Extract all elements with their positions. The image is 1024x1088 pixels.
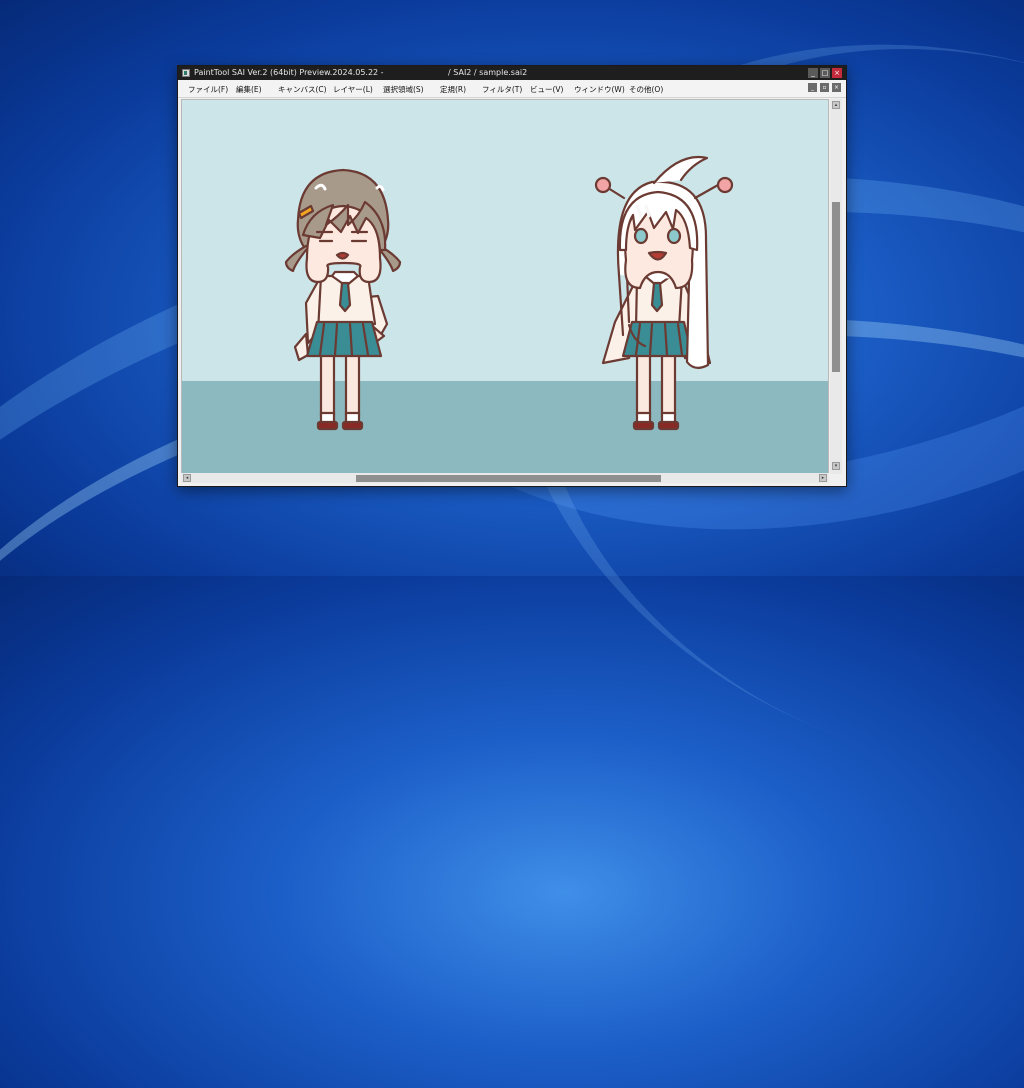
doc-close-button[interactable]: × xyxy=(832,83,841,92)
menu-layer[interactable]: レイヤー(L) xyxy=(333,84,373,95)
character-left xyxy=(284,168,402,431)
doc-restore-button[interactable]: ▫ xyxy=(820,83,829,92)
menu-filter[interactable]: フィルタ(T) xyxy=(482,84,522,95)
doc-minimize-button[interactable]: _ xyxy=(808,83,817,92)
scroll-left-button[interactable]: ◂ xyxy=(183,474,191,482)
menu-other[interactable]: その他(O) xyxy=(629,84,663,95)
menu-bar: ファイル(F) 編集(E) キャンバス(C) レイヤー(L) 選択領域(S) 定… xyxy=(178,80,846,98)
app-icon[interactable] xyxy=(182,69,190,77)
close-button[interactable]: × xyxy=(832,68,842,78)
menu-canvas[interactable]: キャンバス(C) xyxy=(278,84,327,95)
document-title: / SAI2 / sample.sai2 xyxy=(448,68,528,77)
app-window: PaintTool SAI Ver.2 (64bit) Preview.2024… xyxy=(177,65,847,487)
menu-selection[interactable]: 選択領域(S) xyxy=(383,84,424,95)
drawing-canvas[interactable] xyxy=(181,99,829,474)
menu-view[interactable]: ビュー(V) xyxy=(530,84,563,95)
illustration xyxy=(284,156,734,431)
vertical-scrollbar[interactable]: ▴ ▾ xyxy=(830,99,842,474)
horizontal-scrollbar[interactable]: ◂ ▸ xyxy=(181,473,829,483)
horizontal-scroll-thumb[interactable] xyxy=(356,475,661,482)
menu-edit[interactable]: 編集(E) xyxy=(236,84,262,95)
scroll-right-button[interactable]: ▸ xyxy=(819,474,827,482)
scroll-down-button[interactable]: ▾ xyxy=(832,462,840,470)
character-right xyxy=(594,156,734,431)
window-title: PaintTool SAI Ver.2 (64bit) Preview.2024… xyxy=(194,68,384,77)
menu-ruler[interactable]: 定規(R) xyxy=(440,84,466,95)
title-bar[interactable]: PaintTool SAI Ver.2 (64bit) Preview.2024… xyxy=(178,66,846,80)
maximize-button[interactable]: □ xyxy=(820,68,830,78)
menu-window[interactable]: ウィンドウ(W) xyxy=(574,84,625,95)
menu-file[interactable]: ファイル(F) xyxy=(188,84,228,95)
minimize-button[interactable]: _ xyxy=(808,68,818,78)
vertical-scroll-thumb[interactable] xyxy=(832,202,840,372)
scroll-up-button[interactable]: ▴ xyxy=(832,101,840,109)
